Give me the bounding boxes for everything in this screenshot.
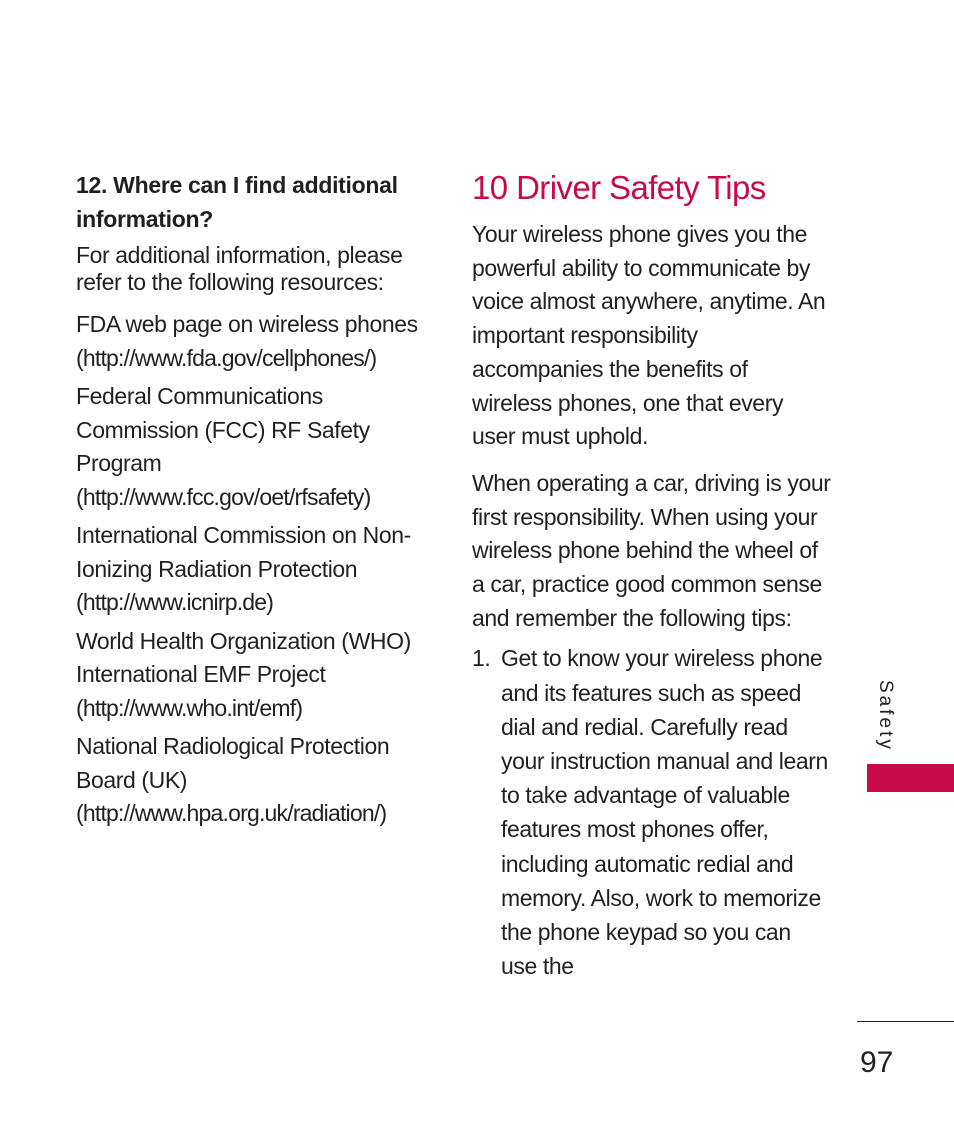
resource-item: National Radiological Protection Board (… bbox=[76, 730, 436, 831]
right-column: 10 Driver Safety Tips Your wireless phon… bbox=[472, 168, 832, 983]
tip-number: 1. bbox=[472, 645, 491, 672]
tip-text: Get to know your wireless phone and its … bbox=[501, 645, 828, 980]
resource-item: Federal Communications Commission (FCC) … bbox=[76, 380, 436, 514]
resource-item: FDA web page on wireless phones (http://… bbox=[76, 308, 436, 375]
page-number: 97 bbox=[860, 1046, 894, 1079]
left-column: 12. Where can I find additional informat… bbox=[76, 168, 436, 836]
footer-divider bbox=[857, 1021, 954, 1022]
resource-item: World Health Organization (WHO) Internat… bbox=[76, 625, 436, 726]
resource-name: FDA web page on wireless phones bbox=[76, 311, 418, 337]
section-label-text: Safety bbox=[875, 680, 896, 752]
section-title: 10 Driver Safety Tips bbox=[472, 169, 766, 206]
tip-item: 1. Get to know your wireless phone and i… bbox=[472, 641, 832, 983]
resource-url[interactable]: (http://www.who.int/emf) bbox=[76, 692, 436, 726]
resource-url[interactable]: (http://www.icnirp.de) bbox=[76, 586, 436, 620]
resource-name: World Health Organization (WHO) Internat… bbox=[76, 627, 411, 688]
resource-url[interactable]: (http://www.hpa.org.uk/radiation/) bbox=[76, 797, 436, 831]
intro-paragraph: For additional information, please refer… bbox=[76, 242, 403, 295]
body-paragraph: When operating a car, driving is your fi… bbox=[472, 469, 831, 631]
body-paragraph: Your wireless phone gives you the powerf… bbox=[472, 221, 826, 450]
question-heading: 12. Where can I find additional informat… bbox=[76, 172, 398, 232]
resource-url[interactable]: (http://www.fda.gov/cellphones/) bbox=[76, 342, 436, 376]
resource-url[interactable]: (http://www.fcc.gov/oet/rfsafety) bbox=[76, 481, 436, 515]
resource-name: International Commission on Non-Ionizing… bbox=[76, 522, 411, 582]
resource-name: Federal Communications Commission (FCC) … bbox=[76, 383, 370, 476]
resource-item: International Commission on Non-Ionizing… bbox=[76, 519, 436, 620]
section-tab-marker bbox=[867, 764, 954, 792]
section-side-label: Safety bbox=[872, 680, 898, 760]
resource-name: National Radiological Protection Board (… bbox=[76, 733, 390, 793]
